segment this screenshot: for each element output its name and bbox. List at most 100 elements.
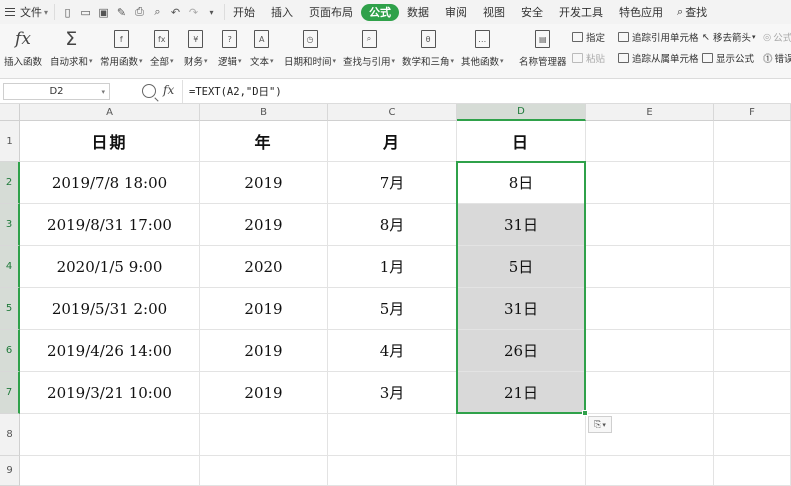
cell-a5[interactable]: 2019/5/31 2:00: [20, 288, 200, 330]
cell-b6[interactable]: 2019: [200, 330, 328, 372]
cell-a3[interactable]: 2019/8/31 17:00: [20, 204, 200, 246]
cell-f2[interactable]: [714, 162, 791, 204]
name-box[interactable]: D2 ▾: [3, 83, 110, 100]
cell-c2[interactable]: 7月: [328, 162, 457, 204]
autosum-button[interactable]: Σ 自动求和 ▾: [50, 28, 93, 74]
cell-f5[interactable]: [714, 288, 791, 330]
cell-b7[interactable]: 2019: [200, 372, 328, 414]
evaluate-formula-button[interactable]: ◎ 公式: [763, 30, 791, 45]
name-manager-button[interactable]: ▤ 名称管理器: [519, 28, 567, 74]
cell-a2[interactable]: 2019/7/8 18:00: [20, 162, 200, 204]
column-header-f[interactable]: F: [714, 104, 791, 121]
cell-b3[interactable]: 2019: [200, 204, 328, 246]
tab-data[interactable]: 数据: [399, 0, 437, 24]
cell-a1[interactable]: 日期: [20, 121, 200, 162]
chevron-down-icon[interactable]: ▾: [203, 4, 220, 20]
text-functions-button[interactable]: A 文本 ▾: [250, 28, 274, 74]
row-header-9[interactable]: 9: [0, 456, 20, 486]
row-header-5[interactable]: 5: [0, 288, 20, 330]
print-icon[interactable]: ⎙: [131, 4, 148, 20]
cell-c1[interactable]: 月: [328, 121, 457, 162]
row-header-1[interactable]: 1: [0, 121, 20, 162]
cell-e7[interactable]: [586, 372, 714, 414]
tab-special-apps[interactable]: 特色应用: [611, 0, 671, 24]
paste-name-button[interactable]: 粘贴: [572, 51, 605, 65]
error-check-button[interactable]: ⓵错误: [763, 51, 791, 65]
cell-f4[interactable]: [714, 246, 791, 288]
datetime-button[interactable]: ◷ 日期和时间 ▾: [284, 28, 336, 74]
cell-c7[interactable]: 3月: [328, 372, 457, 414]
cell-e2[interactable]: [586, 162, 714, 204]
cell-f7[interactable]: [714, 372, 791, 414]
column-header-c[interactable]: C: [328, 104, 457, 121]
remove-arrows-button[interactable]: ↖ 移去箭头 ▾: [702, 30, 756, 45]
logical-button[interactable]: ? 逻辑 ▾: [218, 28, 242, 74]
cell-b5[interactable]: 2019: [200, 288, 328, 330]
cell-e1[interactable]: [586, 121, 714, 162]
cell-d4[interactable]: 5日: [457, 246, 586, 288]
cell-f3[interactable]: [714, 204, 791, 246]
cell-c9[interactable]: [328, 456, 457, 486]
paste-options-button[interactable]: ⎘ ▾: [588, 416, 612, 433]
row-header-8[interactable]: 8: [0, 414, 20, 456]
file-menu[interactable]: 文件 ▾: [0, 0, 54, 24]
show-formulas-button[interactable]: 显示公式: [702, 51, 754, 65]
cell-d8[interactable]: [457, 414, 586, 456]
cell-a8[interactable]: [20, 414, 200, 456]
column-header-b[interactable]: B: [200, 104, 328, 121]
cell-e5[interactable]: [586, 288, 714, 330]
open-folder-icon[interactable]: ▭: [77, 4, 94, 20]
cell-b4[interactable]: 2020: [200, 246, 328, 288]
cell-d7[interactable]: 21日: [457, 372, 586, 414]
column-header-d[interactable]: D: [457, 104, 586, 121]
spreadsheet-grid[interactable]: A B C D E F 1 2 3 4 5 6 7 8 9 日期年月日 2019/7/8 18:00 2019 7月…: [0, 104, 791, 486]
specify-button[interactable]: 指定: [572, 30, 605, 44]
cell-c6[interactable]: 4月: [328, 330, 457, 372]
cell-d3[interactable]: 31日: [457, 204, 586, 246]
column-header-a[interactable]: A: [20, 104, 200, 121]
cell-c8[interactable]: [328, 414, 457, 456]
cell-f9[interactable]: [714, 456, 791, 486]
lookup-reference-button[interactable]: ⌕ 查找与引用 ▾: [343, 28, 395, 74]
cell-a6[interactable]: 2019/4/26 14:00: [20, 330, 200, 372]
save-icon[interactable]: ▣: [95, 4, 112, 20]
row-header-4[interactable]: 4: [0, 246, 20, 288]
cell-d5[interactable]: 31日: [457, 288, 586, 330]
cell-b9[interactable]: [200, 456, 328, 486]
row-header-2[interactable]: 2: [0, 162, 20, 204]
financial-button[interactable]: ¥ 财务 ▾: [184, 28, 208, 74]
cell-f1[interactable]: [714, 121, 791, 162]
tab-review[interactable]: 审阅: [437, 0, 475, 24]
row-header-6[interactable]: 6: [0, 330, 20, 372]
tab-view[interactable]: 视图: [475, 0, 513, 24]
other-functions-button[interactable]: … 其他函数 ▾: [461, 28, 504, 74]
row-header-3[interactable]: 3: [0, 204, 20, 246]
cell-c5[interactable]: 5月: [328, 288, 457, 330]
insert-function-button[interactable]: fx 插入函数: [4, 28, 42, 74]
cell-e3[interactable]: [586, 204, 714, 246]
select-all-corner[interactable]: [0, 104, 20, 121]
tab-home[interactable]: 开始: [225, 0, 263, 24]
undo-icon[interactable]: ↶: [167, 4, 184, 20]
format-painter-icon[interactable]: ✎: [113, 4, 130, 20]
cell-f8[interactable]: [714, 414, 791, 456]
cell-a9[interactable]: [20, 456, 200, 486]
new-file-icon[interactable]: ▯: [59, 4, 76, 20]
print-preview-icon[interactable]: ⌕: [149, 4, 166, 20]
cell-d9[interactable]: [457, 456, 586, 486]
cell-b8[interactable]: [200, 414, 328, 456]
common-functions-button[interactable]: f 常用函数 ▾: [100, 28, 143, 74]
tab-security[interactable]: 安全: [513, 0, 551, 24]
tab-page-layout[interactable]: 页面布局: [301, 0, 361, 24]
trace-dependents-button[interactable]: 追踪从属单元格: [618, 51, 699, 65]
tab-insert[interactable]: 插入: [263, 0, 301, 24]
cell-f6[interactable]: [714, 330, 791, 372]
all-functions-button[interactable]: fx 全部 ▾: [150, 28, 174, 74]
column-header-e[interactable]: E: [586, 104, 714, 121]
tab-formulas[interactable]: 公式: [361, 3, 400, 21]
fx-icon[interactable]: fx: [163, 83, 174, 97]
cell-e4[interactable]: [586, 246, 714, 288]
row-header-7[interactable]: 7: [0, 372, 20, 414]
search-button[interactable]: ⌕ 查找: [671, 0, 713, 24]
cell-e6[interactable]: [586, 330, 714, 372]
